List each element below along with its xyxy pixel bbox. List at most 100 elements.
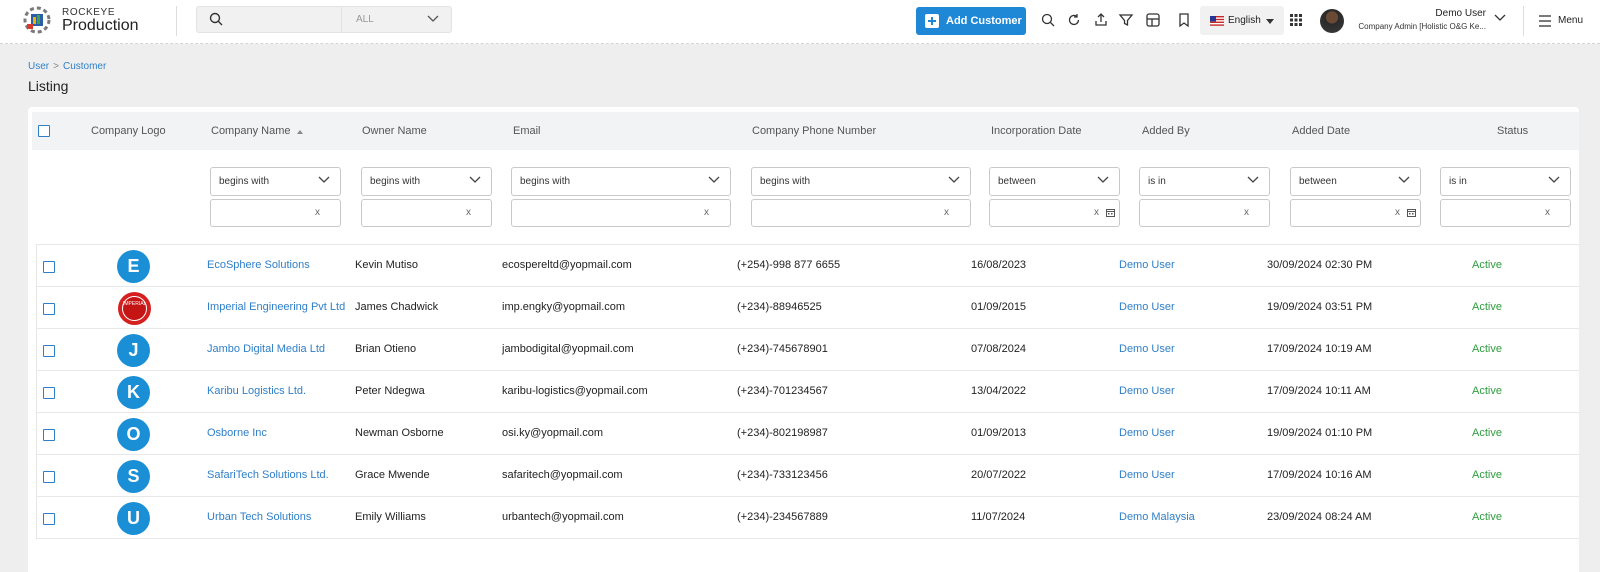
chevron-down-icon [708, 176, 720, 183]
filter-company-name-operator[interactable]: begins with [210, 167, 341, 196]
status-badge: Active [1472, 427, 1502, 439]
search-scope-select[interactable]: ALL [342, 6, 452, 33]
phone: (+234)-745678901 [737, 343, 828, 355]
filter-owner-name-input[interactable]: x [361, 199, 492, 227]
language-label: English [1228, 15, 1261, 26]
filter-email-operator[interactable]: begins with [511, 167, 731, 196]
calendar-icon[interactable] [1407, 208, 1416, 217]
filter-operator-value: between [998, 176, 1036, 187]
table-row: K Karibu Logistics Ltd. Peter Ndegwa kar… [37, 371, 1579, 413]
filter-operator-value: between [1299, 176, 1337, 187]
added-by-link[interactable]: Demo User [1119, 469, 1175, 481]
owner-name: Grace Mwende [355, 469, 430, 481]
refresh-icon[interactable] [1066, 12, 1082, 28]
row-checkbox[interactable] [43, 429, 55, 441]
search-scope-value: ALL [356, 14, 374, 25]
filter-icon[interactable] [1118, 12, 1134, 28]
added-date: 30/09/2024 02:30 PM [1267, 259, 1373, 271]
clear-icon[interactable]: x [1244, 207, 1249, 218]
row-checkbox[interactable] [43, 513, 55, 525]
column-incorporation-date: Incorporation Date [991, 125, 1082, 137]
upload-icon[interactable] [1093, 12, 1109, 28]
row-checkbox[interactable] [43, 471, 55, 483]
table-row: S SafariTech Solutions Ltd. Grace Mwende… [37, 455, 1579, 497]
added-by-link[interactable]: Demo Malaysia [1119, 511, 1195, 523]
email: osi.ky@yopmail.com [502, 427, 604, 439]
filter-email-input[interactable]: x [511, 199, 731, 227]
add-customer-button[interactable]: Add Customer [916, 7, 1026, 35]
added-by-link[interactable]: Demo User [1119, 427, 1175, 439]
row-checkbox[interactable] [43, 387, 55, 399]
chevron-down-icon [318, 176, 330, 183]
chevron-down-icon [948, 176, 960, 183]
row-checkbox[interactable] [43, 345, 55, 357]
chevron-down-icon [1398, 176, 1410, 183]
user-avatar[interactable] [1320, 9, 1344, 33]
clear-icon[interactable]: x [704, 207, 709, 218]
clear-icon[interactable]: x [1395, 207, 1400, 218]
column-added-by: Added By [1142, 125, 1190, 137]
filter-added-by-input[interactable]: x [1139, 199, 1270, 227]
filter-added-date-operator[interactable]: between [1290, 167, 1421, 196]
filter-status-input[interactable]: x [1440, 199, 1571, 227]
filter-company-name-input[interactable]: x [210, 199, 341, 227]
added-by-link[interactable]: Demo User [1119, 301, 1175, 313]
company-name-link[interactable]: SafariTech Solutions Ltd. [207, 469, 329, 481]
sort-asc-icon[interactable] [297, 130, 303, 134]
company-name-link[interactable]: Imperial Engineering Pvt Ltd [207, 301, 345, 313]
company-name-link[interactable]: Urban Tech Solutions [207, 511, 311, 523]
phone: (+254)-998 877 6655 [737, 259, 841, 271]
apps-grid-icon[interactable] [1288, 12, 1304, 28]
added-by-link[interactable]: Demo User [1119, 343, 1175, 355]
breadcrumb-customer[interactable]: Customer [63, 61, 106, 72]
added-date: 19/09/2024 01:10 PM [1267, 427, 1373, 439]
filter-added-by-operator[interactable]: is in [1139, 167, 1270, 196]
language-select[interactable]: English [1200, 6, 1284, 35]
customer-table: Company Logo Company Name Owner Name Ema… [28, 107, 1579, 572]
owner-name: Newman Osborne [355, 427, 444, 439]
company-name-link[interactable]: EcoSphere Solutions [207, 259, 310, 271]
added-by-link[interactable]: Demo User [1119, 259, 1175, 271]
breadcrumb: User > Customer [28, 61, 106, 72]
layout-icon[interactable] [1145, 12, 1161, 28]
table-row: IMPERIAL Imperial Engineering Pvt Ltd Ja… [37, 287, 1579, 329]
company-name-link[interactable]: Jambo Digital Media Ltd [207, 343, 325, 355]
clear-icon[interactable]: x [1094, 207, 1099, 218]
clear-icon[interactable]: x [1545, 207, 1550, 218]
filter-operator-value: is in [1449, 176, 1467, 187]
select-all-checkbox[interactable] [38, 125, 50, 137]
column-company-name[interactable]: Company Name [211, 125, 290, 137]
filter-incorporation-date-operator[interactable]: between [989, 167, 1120, 196]
divider [176, 6, 177, 36]
menu-button[interactable]: Menu [1536, 13, 1592, 29]
company-name-link[interactable]: Osborne Inc [207, 427, 267, 439]
company-name-link[interactable]: Karibu Logistics Ltd. [207, 385, 306, 397]
search-icon[interactable] [1040, 12, 1056, 28]
menu-label: Menu [1558, 15, 1584, 26]
filter-phone-input[interactable]: x [751, 199, 971, 227]
breadcrumb-user[interactable]: User [28, 61, 49, 72]
menu-icon [1539, 15, 1551, 27]
owner-name: James Chadwick [355, 301, 439, 313]
chevron-down-icon [469, 176, 481, 183]
column-added-date: Added Date [1292, 125, 1351, 137]
added-by-link[interactable]: Demo User [1119, 385, 1175, 397]
filter-owner-name-operator[interactable]: begins with [361, 167, 492, 196]
status-badge: Active [1472, 469, 1502, 481]
user-name[interactable]: Demo User [1350, 8, 1486, 19]
clear-icon[interactable]: x [315, 207, 320, 218]
filter-added-date-input[interactable]: x [1290, 199, 1421, 227]
filter-phone-operator[interactable]: begins with [751, 167, 971, 196]
row-checkbox[interactable] [43, 303, 55, 315]
calendar-icon[interactable] [1106, 208, 1115, 217]
chevron-down-icon[interactable] [1494, 14, 1506, 22]
filter-status-operator[interactable]: is in [1440, 167, 1571, 196]
clear-icon[interactable]: x [944, 207, 949, 218]
table-row: U Urban Tech Solutions Emily Williams ur… [37, 497, 1579, 539]
bookmark-icon[interactable] [1176, 12, 1192, 28]
global-search-input[interactable] [196, 6, 342, 33]
filter-incorporation-date-input[interactable]: x [989, 199, 1120, 227]
row-checkbox[interactable] [43, 261, 55, 273]
clear-icon[interactable]: x [466, 207, 471, 218]
chevron-down-icon [427, 15, 439, 22]
